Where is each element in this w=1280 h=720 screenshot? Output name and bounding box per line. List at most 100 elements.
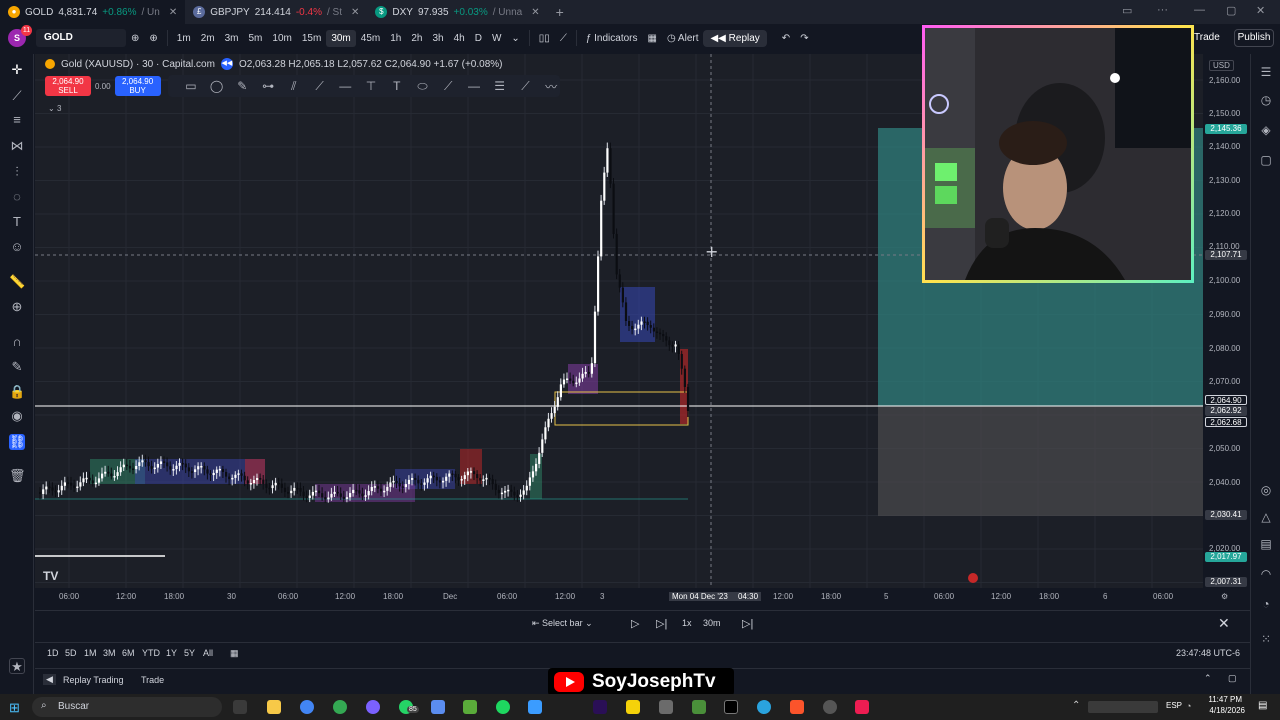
lock-icon[interactable]: 🔒 (9, 384, 25, 400)
calendar-icon[interactable]: ▤ (1258, 536, 1274, 552)
text-icon[interactable]: T (9, 214, 25, 230)
minimize-icon[interactable]: — (1194, 4, 1205, 16)
rectangle-icon[interactable]: ▭ (182, 79, 200, 93)
app-icon[interactable] (692, 700, 706, 714)
range-5d[interactable]: 5D (65, 648, 77, 658)
replay-speed[interactable]: 1x (682, 618, 692, 628)
play-icon[interactable]: ▷ (631, 617, 639, 630)
trash-icon[interactable]: 🗑 (9, 468, 26, 484)
range-1m[interactable]: 1M (84, 648, 97, 658)
fib-icon[interactable]: ≡ (9, 112, 25, 128)
system-tray-icons[interactable] (1088, 701, 1158, 713)
layers-icon[interactable]: ◈ (1258, 122, 1274, 138)
maximize-panel-icon[interactable]: ▢ (1228, 673, 1237, 684)
interval-3m[interactable]: 3m (220, 30, 244, 47)
link-icon[interactable]: ⛓ (9, 434, 26, 450)
spotify-icon[interactable] (496, 700, 510, 714)
candles-icon[interactable]: ▯▯ (534, 30, 555, 47)
trend-line-icon[interactable]: ⟋ (9, 88, 25, 104)
tab-gold[interactable]: ● GOLD 4,831.74 +0.86% / Un ✕ (0, 0, 186, 24)
watchlist-icon[interactable]: ☰ (1258, 64, 1274, 80)
range-5y[interactable]: 5Y (184, 648, 195, 658)
layout-icon[interactable]: ▭ (1122, 4, 1132, 17)
undo-icon[interactable]: ↶ (777, 30, 795, 47)
horizontal-line-icon[interactable]: — (336, 79, 354, 93)
line-tool-icon[interactable]: — (465, 79, 483, 93)
tray-chevron-icon[interactable]: ⌃ (1072, 700, 1080, 711)
tab-gbpjpy[interactable]: £ GBPJPY 214.414 -0.4% / St ✕ (185, 0, 367, 24)
trade-button[interactable]: Trade (1194, 32, 1220, 43)
symbol-search[interactable]: GOLD (36, 29, 126, 47)
buy-button[interactable]: 2,064.90 BUY (114, 76, 161, 96)
legend-symbol-name[interactable]: Gold (XAUUSD) · 30 · Capital.com (61, 59, 215, 70)
order-block-red-2[interactable] (460, 449, 482, 484)
chrome-icon[interactable] (333, 700, 347, 714)
minecraft-icon[interactable] (463, 700, 477, 714)
telegram-icon[interactable] (757, 700, 771, 714)
parallel-channel-icon[interactable]: ⫽ (285, 79, 303, 94)
app-icon[interactable] (659, 700, 673, 714)
brush-icon[interactable]: ✎ (233, 79, 251, 93)
windows-start-icon[interactable]: ⊞ (9, 700, 20, 716)
taskbar-search[interactable]: ⌕ Buscar (32, 697, 222, 717)
target-icon[interactable]: ◎ (1258, 482, 1274, 498)
replay-interval[interactable]: 30m (703, 618, 721, 628)
horizontal-ray-icon[interactable]: ⊶ (259, 79, 277, 93)
interval-1h[interactable]: 1h (385, 30, 406, 47)
notification-center-icon[interactable]: ▤ (1258, 700, 1267, 711)
vscode-icon[interactable] (528, 700, 542, 714)
indicators-collapse-toggle[interactable]: ⌄ 3 (48, 104, 61, 113)
taskbar-time[interactable]: 11:47 PM (1206, 695, 1242, 704)
layouts-icon[interactable]: ▦ (643, 30, 662, 47)
sticky-notes-icon[interactable] (626, 700, 640, 714)
interval-d[interactable]: D (470, 30, 487, 47)
favorites-icon[interactable]: ★ (9, 658, 25, 674)
pencil-lock-icon[interactable]: ✎ (9, 359, 25, 375)
interval-10m[interactable]: 10m (267, 30, 296, 47)
close-replay-icon[interactable]: ✕ (1218, 615, 1230, 632)
range-1d[interactable]: 1D (47, 648, 59, 658)
clock-timezone[interactable]: 23:47:48 UTC-6 (1176, 648, 1240, 658)
interval-2h[interactable]: 2h (406, 30, 427, 47)
tradingview-taskbar-icon[interactable] (724, 700, 738, 714)
chat-icon[interactable]: ▢ (1258, 152, 1274, 168)
interval-4h[interactable]: 4h (449, 30, 470, 47)
tab-replay-trading[interactable]: Replay Trading (63, 675, 124, 685)
redo-icon[interactable]: ↷ (795, 30, 813, 47)
step-forward-icon[interactable]: ▷| (656, 617, 667, 630)
interval-w[interactable]: W (487, 30, 506, 47)
interval-1m[interactable]: 1m (172, 30, 196, 47)
crosshair-icon[interactable]: ✛ (9, 62, 25, 78)
browser-icon[interactable] (366, 700, 380, 714)
price-axis[interactable]: USD 2,160.00 2,150.00 2,140.00 2,130.00 … (1203, 54, 1249, 588)
range-box[interactable] (554, 391, 689, 426)
compare-icon[interactable]: ⊕ (126, 30, 144, 47)
range-1y[interactable]: 1Y (166, 648, 177, 658)
currency-selector[interactable]: USD (1209, 60, 1234, 71)
close-tab-icon[interactable]: ✕ (351, 7, 359, 18)
add-symbol-icon[interactable]: ⊕ (144, 30, 162, 47)
sell-button[interactable]: 2,064.90 SELL (45, 76, 91, 96)
range-all[interactable]: All (203, 648, 213, 658)
ruler-icon[interactable]: 📏 (9, 274, 25, 290)
obs-icon[interactable] (823, 700, 837, 714)
close-window-icon[interactable]: ✕ (1256, 4, 1265, 17)
eye-icon[interactable]: ◉ (9, 408, 25, 424)
close-tab-icon[interactable]: ✕ (531, 7, 539, 18)
interval-5m[interactable]: 5m (244, 30, 268, 47)
replay-button[interactable]: ◀◀ Replay (703, 29, 767, 47)
maximize-icon[interactable]: ▢ (1226, 4, 1236, 17)
interval-3h[interactable]: 3h (427, 30, 448, 47)
more-icon[interactable]: ··· (1157, 4, 1168, 16)
input-language[interactable]: ESP (1166, 701, 1182, 710)
line-chart-icon[interactable]: ⟋ (555, 30, 572, 47)
time-axis[interactable]: 06:00 12:00 18:00 30 06:00 12:00 18:00 D… (35, 588, 1228, 606)
range-6m[interactable]: 6M (122, 648, 135, 658)
file-explorer-icon[interactable] (267, 700, 281, 714)
interval-30m[interactable]: 30m (326, 29, 356, 47)
taskbar-date[interactable]: 4/18/2026 (1203, 706, 1245, 715)
range-3m[interactable]: 3M (103, 648, 116, 658)
fib-retracement-icon[interactable]: ☰ (491, 79, 509, 93)
tab-trade[interactable]: Trade (141, 675, 164, 685)
zoom-icon[interactable]: ⊕ (9, 299, 25, 315)
